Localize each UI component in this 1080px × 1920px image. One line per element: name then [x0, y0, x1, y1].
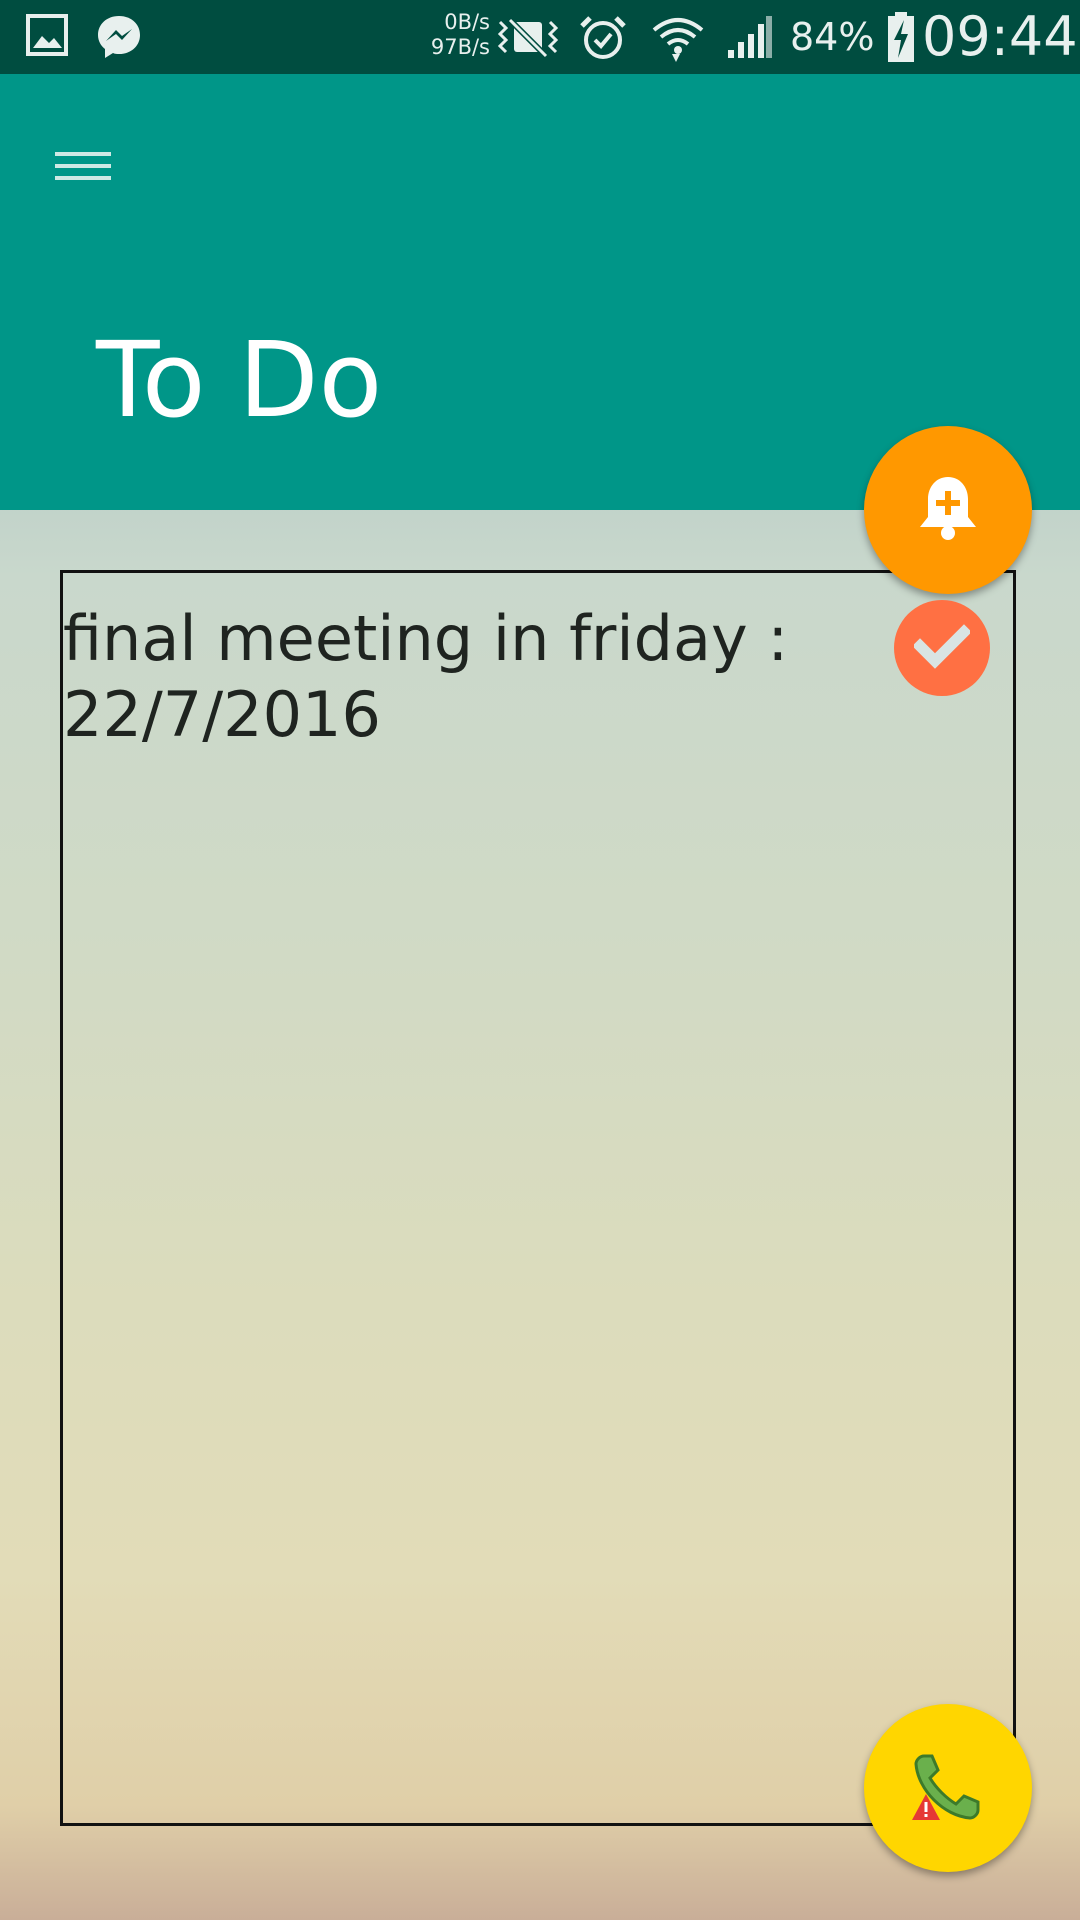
add-reminder-button[interactable] [864, 426, 1032, 594]
wifi-icon [650, 14, 706, 68]
note-card[interactable]: final meeting in friday : 22/7/2016 [60, 570, 1016, 1826]
signal-icon [724, 14, 774, 66]
alarm-icon [578, 14, 628, 66]
gallery-icon [24, 12, 70, 62]
status-bar: 0B/s 97B/s 84% 09:44 [0, 0, 1080, 74]
network-speed: 0B/s 97B/s [420, 10, 490, 60]
battery-percent: 84% [790, 15, 875, 59]
hamburger-menu-icon [44, 152, 124, 210]
vibrate-off-icon [496, 14, 560, 64]
net-speed-down: 0B/s [444, 10, 490, 34]
page-title: To Do [96, 319, 383, 441]
phone-alert-icon [908, 1746, 988, 1830]
note-text[interactable]: final meeting in friday : 22/7/2016 [63, 601, 883, 753]
check-icon [912, 622, 972, 674]
emergency-call-button[interactable] [864, 1704, 1032, 1872]
messenger-icon [94, 12, 144, 66]
bell-plus-icon [916, 473, 980, 547]
screen: 0B/s 97B/s 84% 09:44 To Do final meeting… [0, 0, 1080, 1920]
net-speed-up: 97B/s [430, 35, 490, 59]
menu-button[interactable] [44, 126, 124, 206]
mark-done-button[interactable] [894, 600, 990, 696]
battery-charging-icon [886, 10, 916, 68]
clock: 09:44 [922, 5, 1078, 68]
